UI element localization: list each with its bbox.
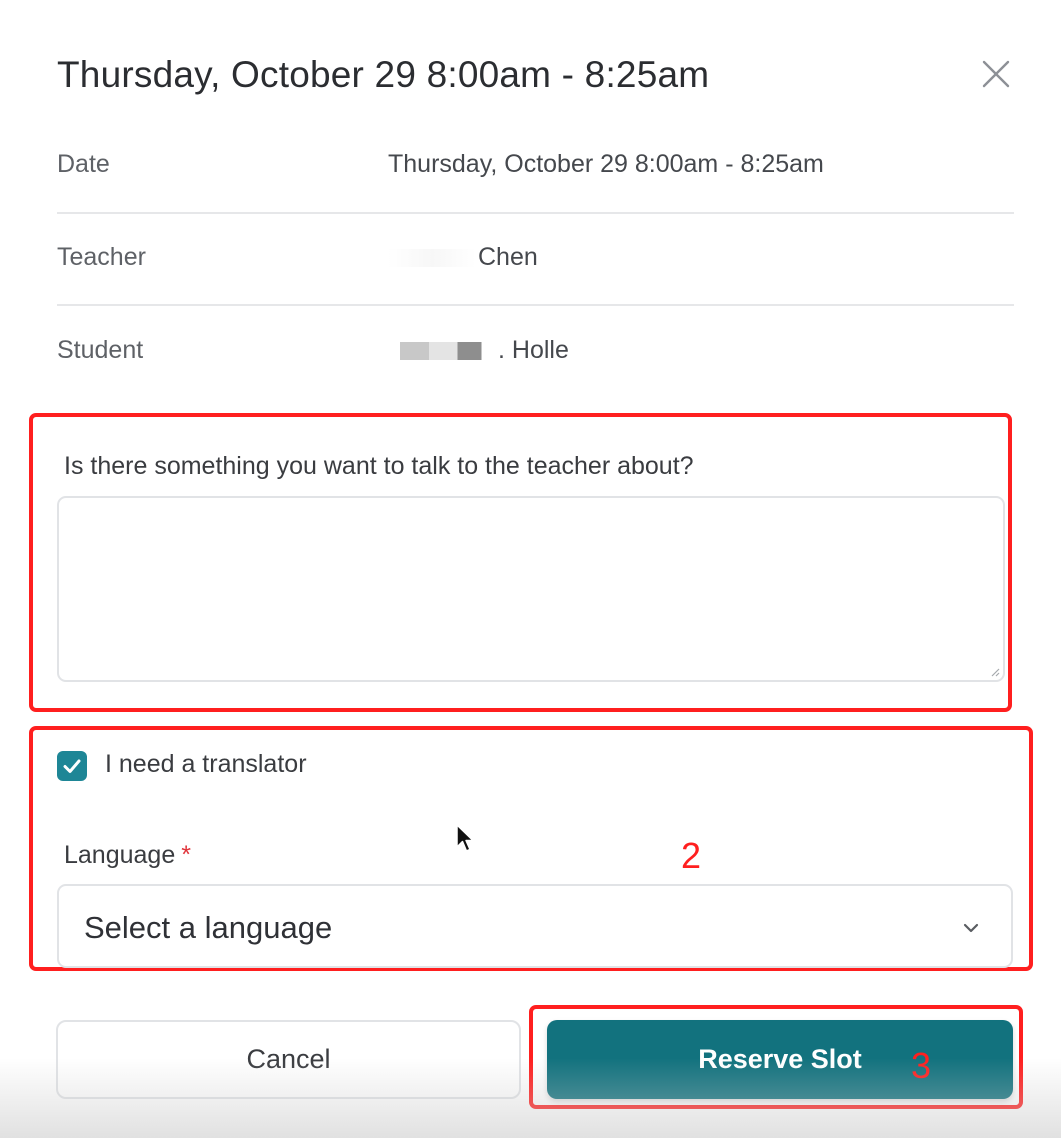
student-value-wrap: . Holle <box>388 336 569 365</box>
annotation-number-2: 2 <box>681 835 702 876</box>
teacher-value: Chen <box>478 243 538 271</box>
redacted-name <box>400 342 496 361</box>
reserve-slot-button[interactable]: Reserve Slot <box>547 1020 1013 1099</box>
language-select[interactable]: Select a language <box>57 884 1013 968</box>
notes-textarea[interactable] <box>57 496 1005 682</box>
annotation-number-3: 3 <box>911 1045 932 1086</box>
modal-title: Thursday, October 29 8:00am - 8:25am <box>57 54 710 95</box>
translator-checkbox[interactable] <box>57 751 87 781</box>
chevron-down-icon <box>963 923 979 933</box>
language-select-value: Select a language <box>84 910 333 945</box>
reservation-modal: Thursday, October 29 8:00am - 8:25am Dat… <box>0 0 1061 1138</box>
student-row: Student . Holle <box>57 336 1014 376</box>
date-label: Date <box>57 150 110 178</box>
divider <box>57 212 1014 214</box>
date-row: Date Thursday, October 29 8:00am - 8:25a… <box>57 150 1014 190</box>
student-label: Student <box>57 336 144 364</box>
teacher-label: Teacher <box>57 243 146 271</box>
translator-label: I need a translator <box>105 750 307 778</box>
close-icon <box>982 60 1010 88</box>
required-mark: * <box>181 841 191 869</box>
language-label: Language * <box>64 841 191 870</box>
checkmark-icon <box>63 759 81 773</box>
teacher-value-wrap: Chen <box>388 243 538 272</box>
student-value: . Holle <box>498 336 569 364</box>
teacher-row: Teacher Chen <box>57 243 1014 283</box>
language-label-text: Language <box>64 841 176 869</box>
cancel-button[interactable]: Cancel <box>56 1020 521 1099</box>
redacted-name <box>388 249 476 268</box>
date-value: Thursday, October 29 8:00am - 8:25am <box>388 150 824 178</box>
divider <box>57 304 1014 306</box>
resize-handle-icon[interactable] <box>990 667 1000 677</box>
close-button[interactable] <box>978 56 1014 92</box>
notes-label: Is there something you want to talk to t… <box>64 452 694 480</box>
